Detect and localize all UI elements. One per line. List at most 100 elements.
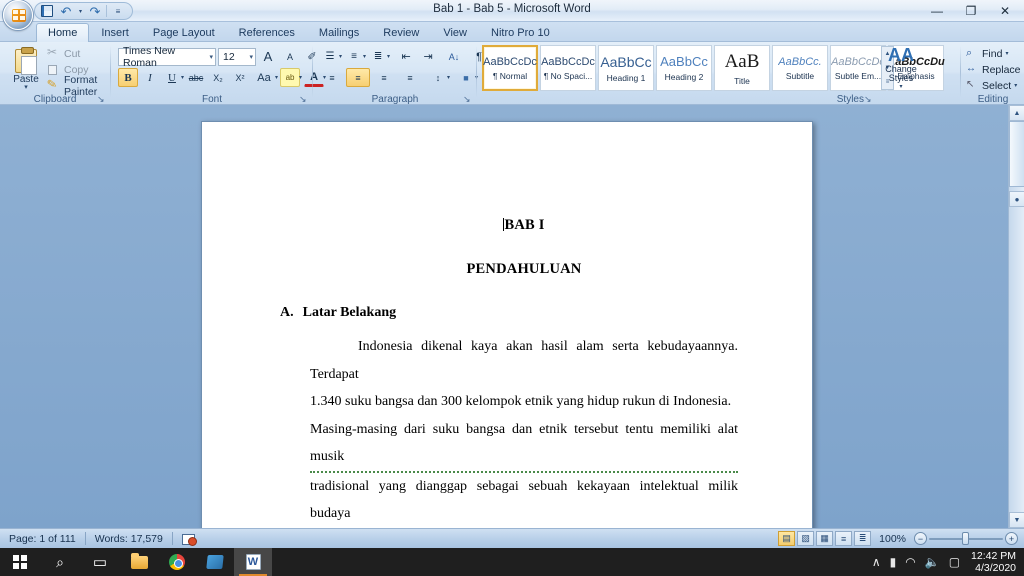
format-painter-button[interactable]: Format Painter [44, 74, 110, 98]
document-page[interactable]: BAB I PENDAHULUAN A. Latar Belakang Indo… [201, 121, 813, 528]
vertical-scrollbar[interactable]: ▲ ● ▼ [1008, 105, 1024, 528]
view-outline-button[interactable]: ≡ [835, 531, 853, 546]
numbering-button[interactable]: ≡ [344, 47, 364, 66]
shading-button[interactable]: ■ [456, 68, 476, 87]
text-highlight-button[interactable]: ab [280, 68, 301, 87]
bold-button[interactable]: B [118, 68, 138, 87]
view-full-screen-reading-button[interactable]: ▧ [797, 531, 815, 546]
proofing-errors-icon [181, 533, 197, 546]
select-dropdown-icon[interactable]: ▾ [1014, 82, 1017, 89]
cut-button[interactable]: Cut [44, 45, 83, 61]
show-hidden-icons[interactable]: ∧ [872, 555, 881, 569]
tab-mailings[interactable]: Mailings [307, 23, 371, 42]
select-browse-object-icon[interactable]: ● [1009, 191, 1024, 207]
sort-button[interactable]: A↓ [444, 47, 464, 66]
highlight-dropdown-icon[interactable]: ▾ [299, 74, 302, 81]
zoom-slider-thumb[interactable] [962, 532, 969, 545]
clipboard-dialog-launcher[interactable]: ↘ [97, 94, 107, 104]
restore-button[interactable]: ❐ [954, 0, 988, 21]
increase-indent-button[interactable]: ⇥ [418, 47, 438, 66]
search-icon[interactable]: ⌕ [40, 548, 80, 576]
close-button[interactable]: ✕ [988, 0, 1022, 21]
proofing-status-button[interactable] [173, 530, 205, 548]
volume-icon[interactable]: 🔈 [925, 555, 940, 569]
superscript-button[interactable]: X² [230, 68, 250, 87]
bullets-button[interactable]: ☰ [320, 47, 340, 66]
tab-view[interactable]: View [431, 23, 479, 42]
style-normal[interactable]: AaBbCcDc ¶ Normal [482, 45, 538, 91]
line-spacing-dropdown-icon[interactable]: ▾ [447, 74, 450, 81]
style-subtitle[interactable]: AaBbCc. Subtitle [772, 45, 828, 91]
body-paragraph[interactable]: Indonesia dikenal kaya akan hasil alam s… [310, 333, 738, 528]
replace-button[interactable]: ↔ Replace [964, 62, 1023, 77]
align-center-button[interactable]: ≡ [346, 68, 370, 87]
tab-insert[interactable]: Insert [89, 23, 141, 42]
style-heading-2[interactable]: AaBbCc Heading 2 [656, 45, 712, 91]
font-size-combo[interactable]: 12 ▾ [218, 47, 256, 66]
taskbar-store-app[interactable] [196, 548, 234, 576]
style-heading-1[interactable]: AaBbCс Heading 1 [598, 45, 654, 91]
office-button[interactable] [3, 0, 33, 30]
style-title[interactable]: AaВ Title [714, 45, 770, 91]
taskbar-chrome[interactable] [158, 548, 196, 576]
tab-nitro-pro-10[interactable]: Nitro Pro 10 [479, 23, 562, 42]
zoom-in-button[interactable]: + [1005, 532, 1018, 545]
strikethrough-button[interactable]: abc [186, 68, 206, 87]
multilevel-dropdown-icon[interactable]: ▾ [387, 53, 390, 60]
page-indicator[interactable]: Page: 1 of 111 [0, 530, 85, 548]
bullets-dropdown-icon[interactable]: ▾ [339, 53, 342, 60]
underline-dropdown-icon[interactable]: ▾ [181, 74, 184, 81]
start-button[interactable] [0, 548, 40, 576]
wifi-icon[interactable]: ◠ [905, 555, 915, 569]
task-view-icon[interactable]: ▭ [80, 548, 120, 576]
minimize-button[interactable]: — [920, 0, 954, 21]
zoom-level[interactable]: 100% [873, 533, 912, 545]
tab-review[interactable]: Review [371, 23, 431, 42]
select-button[interactable]: ↖ Select ▾ [964, 78, 1019, 93]
find-button[interactable]: ⌕ Find ▾ [964, 46, 1010, 61]
zoom-out-button[interactable]: − [914, 532, 927, 545]
word-count[interactable]: Words: 17,579 [86, 530, 172, 548]
line-spacing-button[interactable]: ↕ [428, 68, 448, 87]
decrease-indent-button[interactable]: ⇤ [396, 47, 416, 66]
font-name-combo[interactable]: Times New Roman ▾ [118, 45, 216, 69]
taskbar-clock[interactable]: 12:42 PM 4/3/2020 [969, 550, 1016, 574]
scroll-up-icon[interactable]: ▲ [1009, 105, 1024, 121]
tab-home[interactable]: Home [36, 23, 90, 42]
paste-button[interactable]: Paste ▾ [6, 46, 46, 92]
action-center-icon[interactable]: ▢ [949, 555, 960, 569]
change-case-dropdown-icon[interactable]: ▾ [275, 74, 278, 81]
view-web-layout-button[interactable]: ▦ [816, 531, 834, 546]
paragraph-dialog-launcher[interactable]: ↘ [463, 94, 473, 104]
align-right-button[interactable]: ≡ [372, 68, 396, 87]
paste-dropdown-icon[interactable]: ▾ [24, 84, 28, 91]
scrollbar-thumb[interactable] [1009, 121, 1024, 187]
styles-dialog-launcher[interactable]: ↘ [864, 94, 874, 104]
change-styles-button[interactable]: AA Change Styles ▾ [878, 45, 924, 91]
italic-button[interactable]: I [140, 68, 160, 87]
multilevel-list-button[interactable]: ≣ [368, 47, 388, 66]
numbering-dropdown-icon[interactable]: ▾ [363, 53, 366, 60]
scroll-down-icon[interactable]: ▼ [1009, 512, 1024, 528]
change-styles-dropdown-icon[interactable]: ▾ [899, 83, 902, 90]
font-dialog-launcher[interactable]: ↘ [299, 94, 309, 104]
grow-font-button[interactable]: A [258, 47, 278, 66]
view-draft-button[interactable]: ≣ [854, 531, 872, 546]
justify-button[interactable]: ≡ [398, 68, 422, 87]
align-left-button[interactable]: ≡ [320, 68, 344, 87]
style-no-spacing[interactable]: AaBbCcDc ¶ No Spaci... [540, 45, 596, 91]
shrink-font-button[interactable]: A [280, 47, 300, 66]
battery-icon[interactable]: ▮ [890, 555, 897, 569]
change-case-button[interactable]: Aa [252, 68, 276, 87]
tab-page-layout[interactable]: Page Layout [141, 23, 227, 42]
view-print-layout-button[interactable]: ▤ [778, 531, 796, 546]
zoom-slider[interactable] [929, 532, 1003, 545]
document-text-body[interactable]: BAB I PENDAHULUAN A. Latar Belakang Indo… [280, 217, 738, 528]
subscript-button[interactable]: X₂ [208, 68, 228, 87]
tab-references[interactable]: References [227, 23, 307, 42]
taskbar-file-explorer[interactable] [120, 548, 158, 576]
underline-button[interactable]: U [162, 68, 182, 87]
find-dropdown-icon[interactable]: ▾ [1005, 50, 1008, 57]
document-canvas[interactable]: BAB I PENDAHULUAN A. Latar Belakang Indo… [0, 105, 1008, 528]
taskbar-microsoft-word[interactable] [234, 548, 272, 576]
